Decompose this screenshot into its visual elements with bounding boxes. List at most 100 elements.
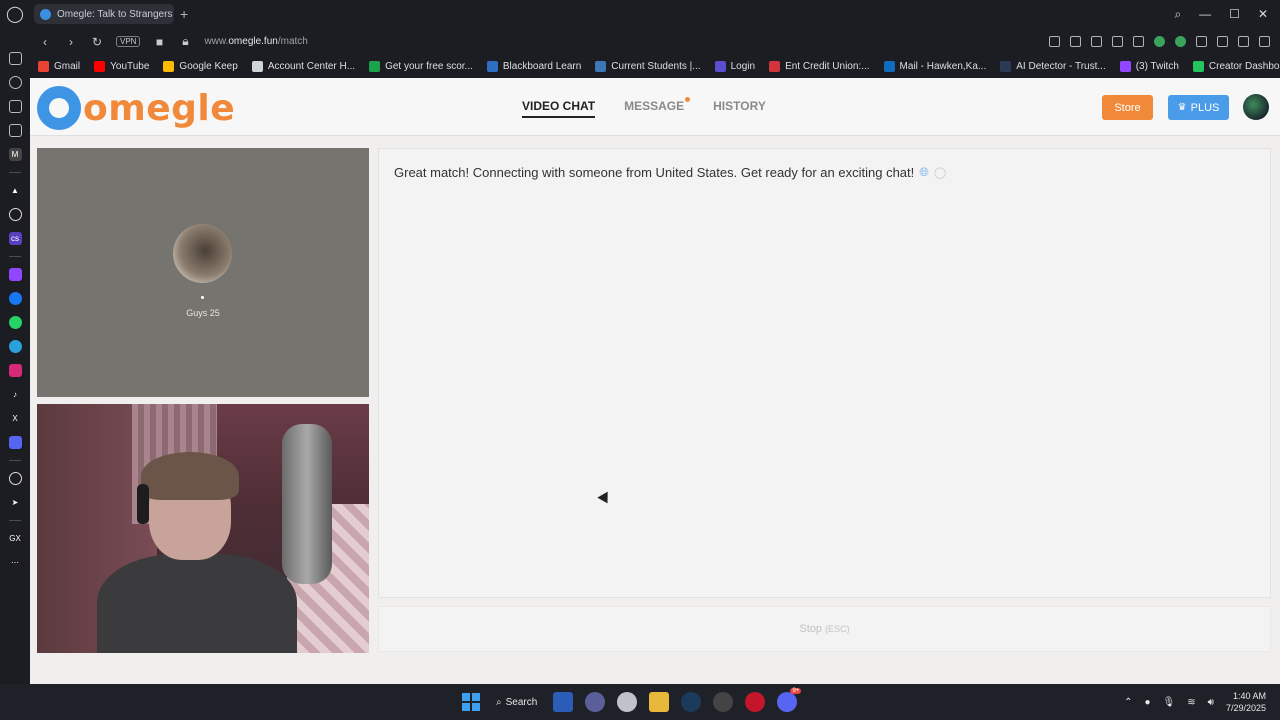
- discord-taskbar-icon[interactable]: 9+: [777, 688, 802, 712]
- sidebar-divider: [9, 460, 21, 461]
- wifi-icon[interactable]: ≋: [1187, 697, 1195, 708]
- twitch-icon[interactable]: [8, 268, 22, 281]
- plus-button[interactable]: ♛ PLUS: [1168, 95, 1229, 120]
- bookmark-label: Ent Credit Union:...: [785, 61, 870, 72]
- bookmark-item[interactable]: (3) Twitch: [1119, 61, 1179, 72]
- bookmark-favicon-icon: [595, 61, 607, 72]
- chatgpt-icon[interactable]: [8, 208, 22, 221]
- opera-logo-icon[interactable]: ◯: [0, 0, 30, 28]
- bookmark-item[interactable]: Ent Credit Union:...: [769, 61, 870, 72]
- new-tab-button[interactable]: +: [180, 6, 188, 22]
- player-icon[interactable]: [8, 472, 22, 485]
- notes-icon[interactable]: [8, 124, 22, 137]
- aria-icon[interactable]: ▲: [9, 184, 22, 197]
- close-window-icon[interactable]: ✕: [1258, 7, 1268, 22]
- opera-icon[interactable]: [745, 692, 766, 712]
- chat-log: Great match! Connecting with someone fro…: [378, 148, 1271, 598]
- bookmark-label: AI Detector - Trust...: [1016, 61, 1106, 72]
- globe-icon: 🌐︎: [919, 165, 929, 179]
- extension-green-icon[interactable]: [1175, 36, 1186, 47]
- omegle-logo[interactable]: omegle: [37, 86, 235, 130]
- bookmark-item[interactable]: Mail - Hawken,Ka...: [883, 61, 987, 72]
- cs-app-icon[interactable]: cs: [8, 232, 22, 245]
- microphone-image: [282, 424, 332, 584]
- search-icon: ⌕: [496, 696, 502, 708]
- volume-icon[interactable]: 🔊︎: [1208, 697, 1214, 708]
- more-icon[interactable]: ⋯: [9, 556, 22, 569]
- send-icon[interactable]: ➤: [9, 496, 22, 509]
- person-hair: [141, 452, 239, 500]
- bookmark-label: Blackboard Learn: [502, 61, 582, 72]
- reload-icon[interactable]: ↻: [90, 35, 104, 49]
- browser-tab-omegle[interactable]: Omegle: Talk to Strangers ✕: [34, 4, 174, 24]
- clock-app-icon[interactable]: [617, 692, 638, 712]
- bookmark-favicon-icon: [38, 61, 49, 72]
- tiktok-icon[interactable]: ♪: [9, 388, 22, 401]
- bookmark-item[interactable]: Get your free scor...: [369, 61, 473, 72]
- windows-start-icon[interactable]: [462, 693, 480, 711]
- bookmark-label: Current Students |...: [611, 61, 701, 72]
- chevron-up-icon[interactable]: ⌃: [1124, 697, 1132, 708]
- nav-message[interactable]: MESSAGE: [624, 97, 691, 118]
- discord-icon[interactable]: [8, 436, 22, 449]
- snapshot-icon[interactable]: [1070, 36, 1081, 47]
- grammarly-icon[interactable]: [1154, 36, 1165, 47]
- store-button[interactable]: Store: [1102, 95, 1153, 120]
- heart-icon[interactable]: [1133, 36, 1144, 47]
- wallet-icon[interactable]: [8, 52, 22, 65]
- shop-icon[interactable]: [8, 100, 22, 113]
- download-icon[interactable]: [1238, 36, 1249, 47]
- minimize-icon[interactable]: —: [1199, 7, 1211, 22]
- app-icon[interactable]: [585, 692, 606, 712]
- clock[interactable]: 1:40 AM 7/29/2025: [1226, 690, 1266, 714]
- gx-icon[interactable]: GX: [9, 532, 22, 545]
- bookmark-item[interactable]: Blackboard Learn: [486, 61, 582, 72]
- lock-icon[interactable]: 🔒︎: [178, 34, 192, 49]
- system-message: Great match! Connecting with someone fro…: [394, 165, 946, 180]
- search-icon[interactable]: ⌕: [1174, 7, 1181, 22]
- word-icon[interactable]: [553, 692, 574, 712]
- bookmark-item[interactable]: Account Center H...: [251, 61, 355, 72]
- bookmark-item[interactable]: Creator Dashboar...: [1192, 61, 1280, 72]
- whatsapp-icon[interactable]: [8, 316, 22, 329]
- profile-avatar[interactable]: [1243, 94, 1269, 120]
- stop-button[interactable]: Stop (ESC): [378, 606, 1271, 652]
- url-field[interactable]: www.omegle.fun/match: [204, 36, 307, 47]
- messenger-icon[interactable]: [8, 292, 22, 305]
- microphone-icon[interactable]: 🎙︎: [1163, 697, 1176, 708]
- m-app-icon[interactable]: M: [8, 148, 22, 161]
- bookmark-item[interactable]: YouTube: [94, 61, 149, 72]
- pin-icon[interactable]: [1049, 36, 1060, 47]
- shield-icon[interactable]: [1091, 36, 1102, 47]
- bookmark-item[interactable]: Current Students |...: [595, 61, 701, 72]
- bookmark-item[interactable]: Login: [714, 61, 755, 72]
- discord-badge: 9+: [790, 688, 802, 694]
- camera-icon[interactable]: ■: [152, 35, 166, 49]
- puzzle-icon[interactable]: [1196, 36, 1207, 47]
- play-icon[interactable]: [1112, 36, 1123, 47]
- nav-history[interactable]: HISTORY: [713, 99, 766, 118]
- bookmark-favicon-icon: [1119, 61, 1131, 72]
- file-explorer-icon[interactable]: [649, 692, 670, 712]
- maximize-icon[interactable]: ☐: [1229, 7, 1240, 22]
- opera-gx-icon[interactable]: [713, 692, 734, 712]
- nav-video-chat[interactable]: VIDEO CHAT: [522, 99, 596, 118]
- bookmark-item[interactable]: AI Detector - Trust...: [1000, 61, 1106, 72]
- vpn-badge[interactable]: VPN: [116, 36, 141, 47]
- forward-icon[interactable]: ›: [64, 35, 78, 49]
- tray-app-icon[interactable]: ●: [1145, 697, 1151, 708]
- clock-time: 1:40 AM: [1232, 691, 1266, 701]
- taskbar-search[interactable]: ⌕ Search: [492, 697, 541, 708]
- bookmark-item[interactable]: Gmail: [38, 61, 80, 72]
- account-icon[interactable]: [1217, 36, 1228, 47]
- menu-icon[interactable]: [1259, 36, 1270, 47]
- x-icon[interactable]: X: [9, 412, 22, 425]
- back-icon[interactable]: ‹: [38, 35, 52, 49]
- instagram-icon[interactable]: [8, 364, 22, 377]
- steam-icon[interactable]: [681, 692, 702, 712]
- speech-bubble-icon: ◯: [933, 167, 947, 179]
- history-icon[interactable]: [8, 76, 22, 89]
- bookmark-label: Mail - Hawken,Ka...: [899, 61, 987, 72]
- bookmark-item[interactable]: Google Keep: [163, 61, 238, 72]
- telegram-icon[interactable]: [8, 340, 22, 353]
